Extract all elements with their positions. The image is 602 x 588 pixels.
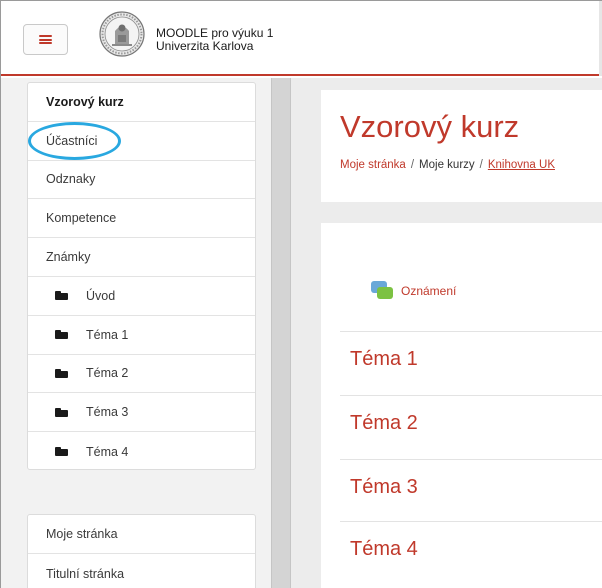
app-frame: MOODLE pro výuku 1 Univerzita Karlova Vz…	[0, 0, 602, 588]
top-navbar: MOODLE pro výuku 1 Univerzita Karlova	[1, 1, 602, 76]
nav-item-home-page[interactable]: Titulní stránka	[28, 554, 255, 588]
nav-item-topic-3[interactable]: Téma 3	[28, 393, 255, 433]
drawer-divider	[271, 78, 291, 588]
site-name[interactable]: MOODLE pro výuku 1 Univerzita Karlova	[156, 27, 273, 53]
folder-icon	[55, 330, 68, 340]
nav-item-intro[interactable]: Úvod	[28, 277, 255, 316]
nav-item-topic-1[interactable]: Téma 1	[28, 316, 255, 355]
nav-item-grades[interactable]: Známky	[28, 238, 255, 277]
nav-item-label: Téma 1	[86, 327, 129, 342]
section-title[interactable]: Téma 1	[350, 348, 418, 371]
breadcrumb: Moje stránka / Moje kurzy / Knihovna UK	[340, 159, 555, 171]
folder-icon	[55, 407, 68, 417]
section-title[interactable]: Téma 4	[350, 538, 418, 561]
nav-item-label: Odznaky	[46, 172, 96, 187]
nav-drawer-toggle-button[interactable]	[23, 24, 68, 55]
breadcrumb-separator: /	[410, 159, 415, 171]
section-topic-4: Téma 4	[340, 521, 602, 585]
nav-item-label: Úvod	[86, 288, 116, 303]
nav-item-topic-4[interactable]: Téma 4	[28, 432, 255, 471]
nav-item-label: Moje stránka	[46, 527, 118, 541]
breadcrumb-library[interactable]: Knihovna UK	[488, 159, 555, 171]
page-title: Vzorový kurz	[340, 109, 520, 144]
section-topic-2: Téma 2	[340, 395, 602, 459]
nav-item-label: Téma 4	[86, 444, 129, 459]
hamburger-icon	[39, 35, 52, 44]
university-seal-logo[interactable]	[99, 11, 145, 57]
nav-item-badges[interactable]: Odznaky	[28, 161, 255, 200]
nav-item-participants[interactable]: Účastníci	[28, 122, 255, 161]
nav-item-label: Kompetence	[46, 211, 117, 226]
nav-item-label: Téma 3	[86, 405, 129, 420]
nav-item-label: Téma 2	[86, 366, 129, 381]
section-title[interactable]: Téma 3	[350, 476, 418, 499]
page-header	[321, 90, 602, 202]
section-topic-1: Téma 1	[340, 331, 602, 395]
folder-icon	[55, 291, 68, 301]
course-navigation-block: Vzorový kurz Účastníci Odznaky Kompetenc…	[27, 82, 256, 470]
site-navigation-block: Moje stránka Titulní stránka	[27, 514, 256, 588]
section-title[interactable]: Téma 2	[350, 412, 418, 435]
nav-item-course[interactable]: Vzorový kurz	[28, 83, 255, 122]
breadcrumb-separator: /	[479, 159, 483, 171]
nav-item-label: Vzorový kurz	[46, 94, 124, 109]
nav-item-label: Účastníci	[46, 133, 98, 148]
section-topic-3: Téma 3	[340, 459, 602, 523]
folder-icon	[55, 368, 68, 378]
folder-icon	[55, 447, 68, 457]
announcements-forum-link[interactable]: Oznámení	[371, 281, 456, 301]
forum-icon	[371, 281, 393, 301]
nav-item-competencies[interactable]: Kompetence	[28, 199, 255, 239]
forum-label: Oznámení	[401, 284, 457, 298]
breadcrumb-my-page[interactable]: Moje stránka	[340, 159, 406, 171]
nav-item-my-page[interactable]: Moje stránka	[28, 515, 255, 554]
site-name-line2: Univerzita Karlova	[156, 39, 254, 53]
nav-item-label: Známky	[46, 250, 91, 265]
nav-item-topic-2[interactable]: Téma 2	[28, 355, 255, 394]
nav-item-label: Titulní stránka	[46, 566, 125, 581]
breadcrumb-my-courses[interactable]: Moje kurzy	[419, 159, 475, 171]
